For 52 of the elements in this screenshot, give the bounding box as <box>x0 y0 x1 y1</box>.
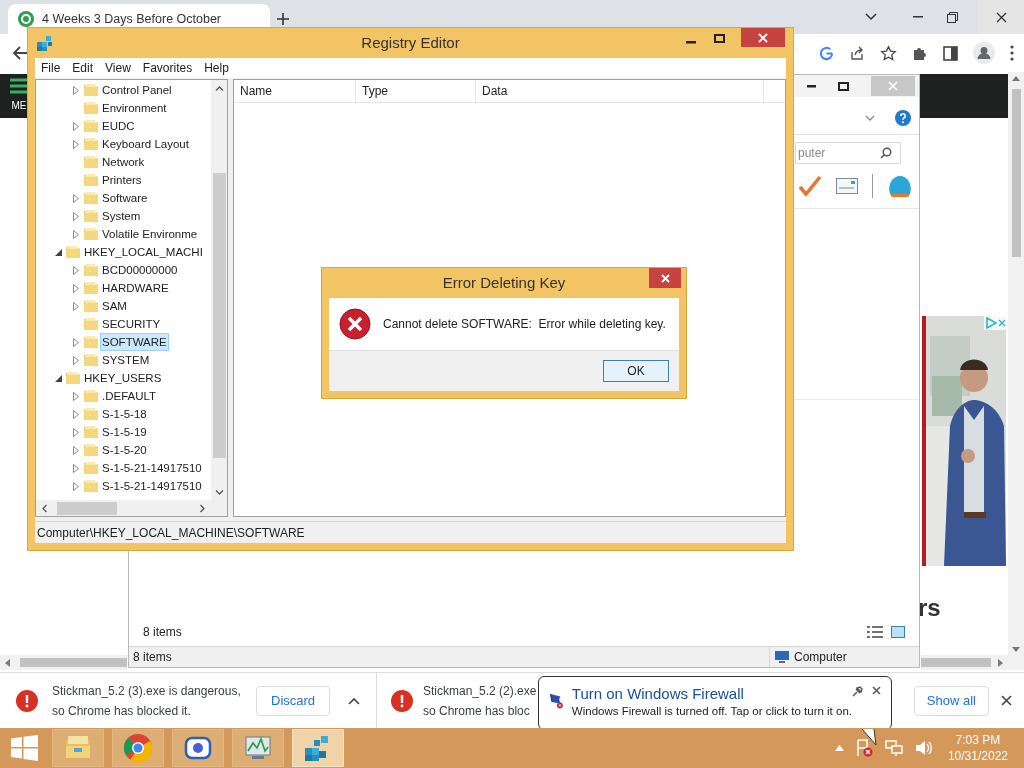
menu-item[interactable]: Favorites <box>136 58 199 78</box>
menu-label[interactable]: ME <box>11 98 27 113</box>
status-text: Computer\HKEY_LOCAL_MACHINE\SOFTWARE <box>37 524 305 542</box>
tree-item[interactable]: SAM <box>100 297 129 315</box>
menu-item[interactable]: View <box>99 58 137 78</box>
notification-title: Turn on Windows Firewall <box>571 685 745 703</box>
download-status: so Chrome has bloc <box>423 702 530 720</box>
tree-item[interactable]: Environment <box>100 99 169 117</box>
tab-title: 4 Weeks 3 Days Before October <box>42 10 222 28</box>
tree-item[interactable]: SYSTEM <box>100 351 152 369</box>
window-title: Registry Editor <box>360 32 461 53</box>
tree-item[interactable]: System <box>100 207 143 225</box>
tree-item[interactable]: S-1-5-18 <box>100 405 149 423</box>
column-header[interactable]: Name <box>234 80 356 102</box>
tree-item[interactable]: HARDWARE <box>100 279 171 297</box>
discard-button[interactable]: Discard <box>256 685 331 716</box>
download-status: so Chrome has blocked it. <box>52 702 191 720</box>
menu-item[interactable]: File <box>35 58 67 78</box>
tree-item[interactable]: BCD00000000 <box>100 261 180 279</box>
dialog-title: Error Deleting Key <box>441 272 567 293</box>
search-field[interactable]: puter <box>795 142 901 164</box>
tree-item[interactable]: S-1-5-21-14917510 <box>100 477 204 495</box>
tree-item[interactable]: HKEY_USERS <box>82 369 164 387</box>
column-header[interactable]: Data <box>476 80 764 102</box>
tree-item[interactable]: S-1-5-21-14917510 <box>100 459 204 477</box>
tree-item[interactable]: Software <box>100 189 150 207</box>
heading-text: rs <box>918 593 941 623</box>
tree-item[interactable]: Keyboard Layout <box>100 135 191 153</box>
notification-balloon[interactable]: Turn on Windows Firewall Windows Firewall is turned off. Tap or click to turn it on. <box>538 676 892 730</box>
status-text: 8 items <box>133 649 172 666</box>
tree-item[interactable]: Control Panel <box>100 81 174 99</box>
tree-item[interactable]: Printers <box>100 171 144 189</box>
download-name[interactable]: Stickman_5.2 (3).exe is dangerous, <box>52 680 241 701</box>
tree-item[interactable]: .DEFAULT <box>100 387 159 405</box>
tree-item[interactable]: SOFTWARE <box>100 333 169 351</box>
column-header[interactable]: Type <box>356 80 476 102</box>
item-count: 8 items <box>143 624 182 641</box>
ok-button[interactable]: OK <box>603 360 669 382</box>
tree-item[interactable]: S-1-5-20 <box>100 441 149 459</box>
error-message: Cannot delete SOFTWARE: Error while deleting key. <box>383 316 666 333</box>
tree-item[interactable]: SECURITY <box>100 315 163 333</box>
tree-item[interactable]: EUDC <box>100 117 137 135</box>
menu-item[interactable]: Edit <box>66 58 100 78</box>
tree-item[interactable]: HKEY_LOCAL_MACHI <box>82 243 205 261</box>
tree-item[interactable]: S-1-5-19 <box>100 423 149 441</box>
tree-item[interactable]: Network <box>100 153 147 171</box>
notification-message: Windows Firewall is turned off. Tap or click to turn it on. <box>571 704 852 719</box>
status-text: Computer <box>794 649 847 666</box>
menu-item[interactable]: Help <box>198 58 235 78</box>
show-all-button[interactable]: Show all <box>913 685 989 716</box>
download-name[interactable]: Stickman_5.2 (2).exe <box>423 680 537 701</box>
tree-item[interactable]: Volatile Environme <box>100 225 200 243</box>
